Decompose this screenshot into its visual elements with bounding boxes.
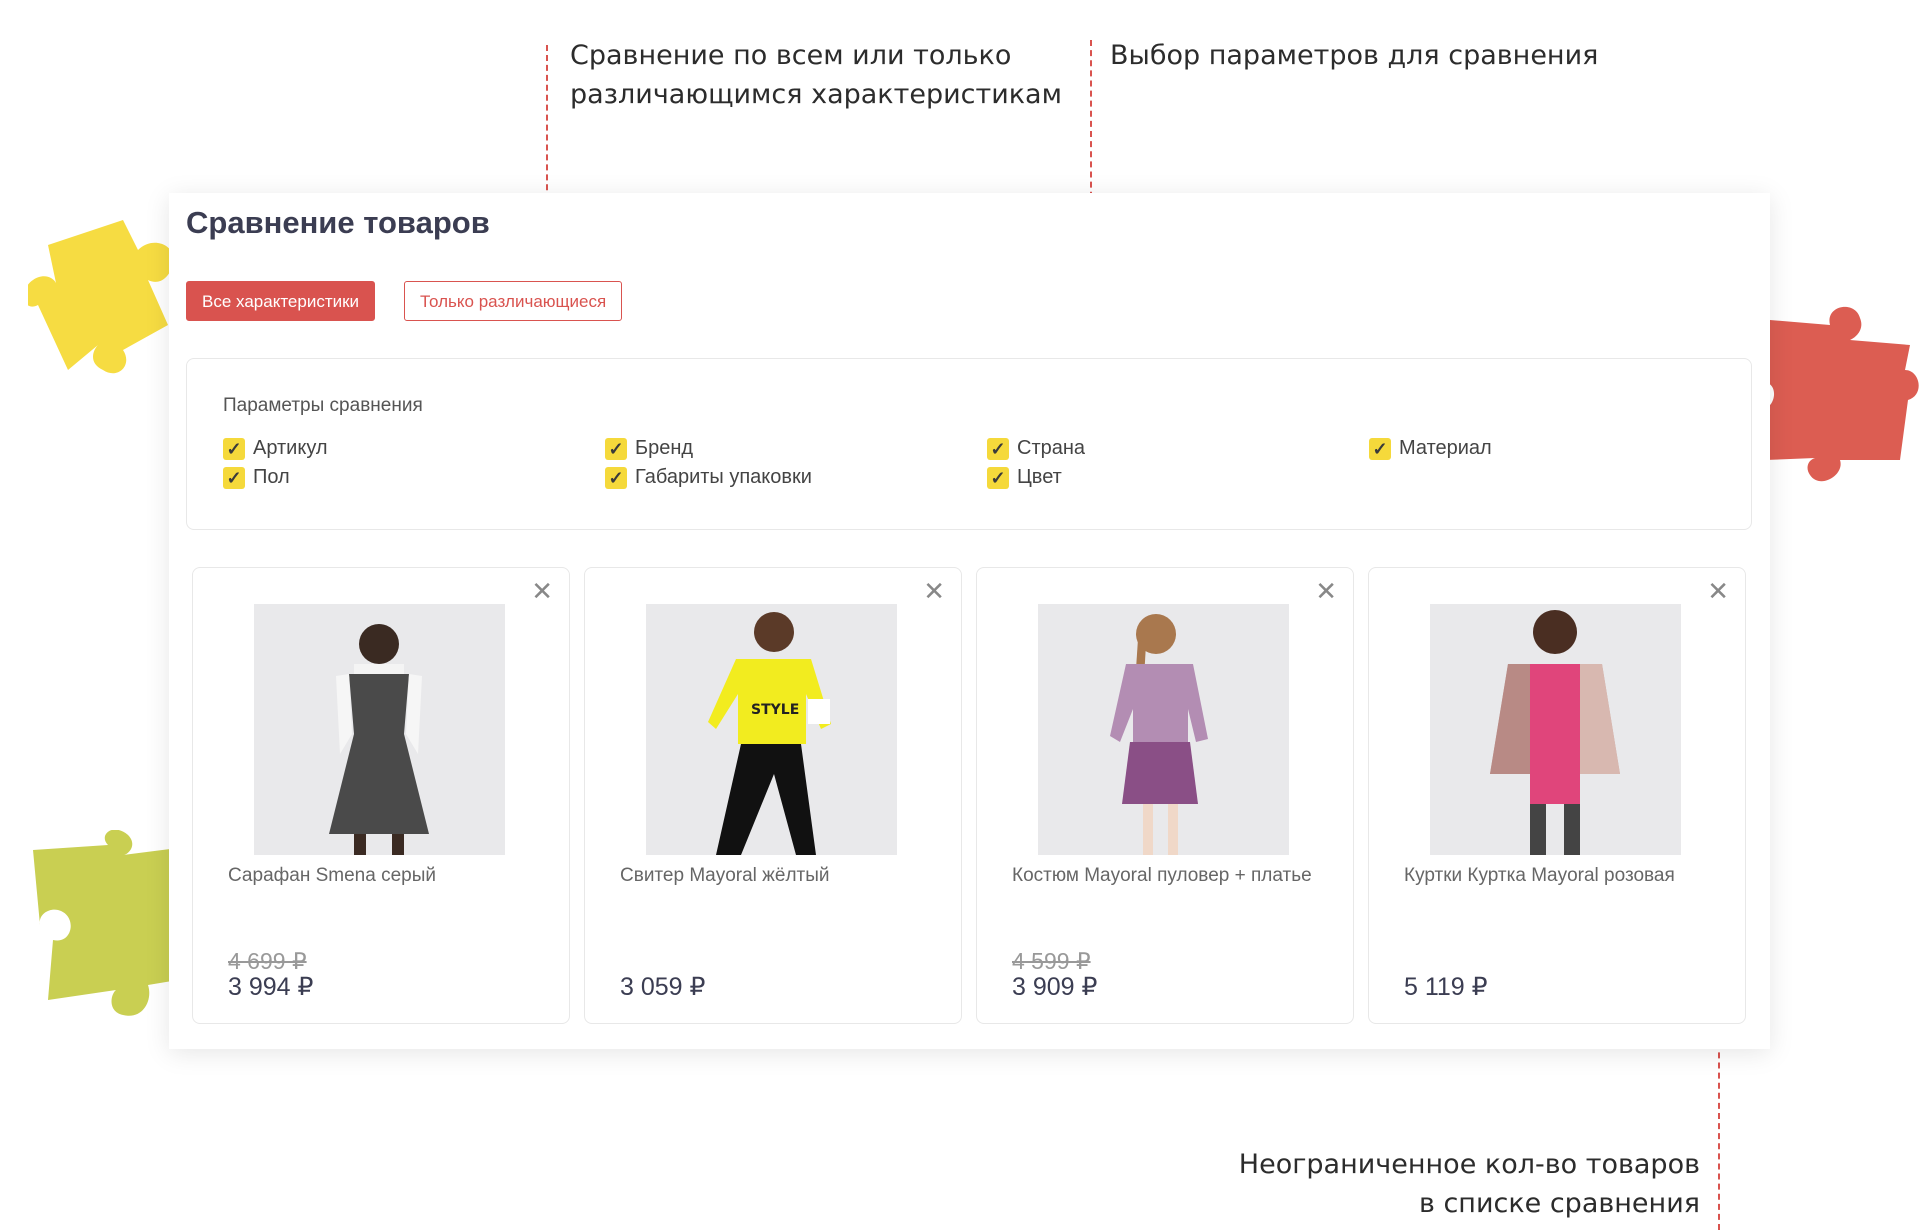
product-price: 5 119 ₽ xyxy=(1404,973,1488,1001)
svg-text:STYLE: STYLE xyxy=(751,702,799,718)
comparison-panel: Сравнение товаров Все характеристики Тол… xyxy=(169,193,1770,1049)
product-price: 3 909 ₽ xyxy=(1012,973,1098,1001)
param-gender[interactable]: ✓ Пол xyxy=(223,466,290,489)
product-price: 3 059 ₽ xyxy=(620,973,706,1001)
tab-only-different[interactable]: Только различающиеся xyxy=(404,281,623,321)
param-package-dimensions[interactable]: ✓ Габариты упаковки xyxy=(605,466,812,489)
checkbox-checked-icon[interactable]: ✓ xyxy=(223,437,245,460)
param-article[interactable]: ✓ Артикул xyxy=(223,437,328,460)
product-old-price: 4 699 ₽ xyxy=(228,948,307,974)
checkbox-checked-icon[interactable]: ✓ xyxy=(1369,437,1391,460)
puzzle-piece-yellow xyxy=(28,220,174,374)
param-label: Артикул xyxy=(253,437,328,459)
close-icon[interactable]: ✕ xyxy=(923,578,945,604)
comparison-parameters-box: Параметры сравнения ✓ Артикул ✓ Бренд ✓ … xyxy=(186,358,1752,530)
param-label: Габариты упаковки xyxy=(635,466,812,488)
product-name[interactable]: Сарафан Smena серый xyxy=(228,864,548,888)
annotation-param-select: Выбор параметров для сравнения xyxy=(1110,40,1599,71)
tab-all-characteristics[interactable]: Все характеристики xyxy=(186,281,376,321)
param-label: Пол xyxy=(253,466,290,488)
param-material[interactable]: ✓ Материал xyxy=(1369,437,1492,460)
close-icon[interactable]: ✕ xyxy=(531,578,553,604)
product-image[interactable] xyxy=(1430,604,1681,855)
checkbox-checked-icon[interactable]: ✓ xyxy=(605,466,627,489)
param-country[interactable]: ✓ Страна xyxy=(987,437,1085,460)
product-card[interactable]: ✕ Костюм Mayoral пуловер + платье 4 599 … xyxy=(976,567,1354,1024)
param-label: Страна xyxy=(1017,437,1086,459)
annotation-unlimited: Неограниченное кол-во товаров в списке с… xyxy=(1238,1149,1700,1219)
param-label: Материал xyxy=(1399,437,1492,459)
product-card[interactable]: ✕ Куртки Куртка Mayoral розовая 5 119 ₽ xyxy=(1368,567,1746,1024)
product-price: 3 994 ₽ xyxy=(228,973,314,1001)
close-icon[interactable]: ✕ xyxy=(1707,578,1729,604)
puzzle-piece-green xyxy=(33,830,178,1016)
param-brand[interactable]: ✓ Бренд xyxy=(605,437,693,460)
checkbox-checked-icon[interactable]: ✓ xyxy=(223,466,245,489)
product-old-price: 4 599 ₽ xyxy=(1012,948,1091,974)
checkbox-checked-icon[interactable]: ✓ xyxy=(605,437,627,460)
product-image[interactable] xyxy=(1038,604,1289,855)
page-title: Сравнение товаров xyxy=(186,205,490,240)
params-title: Параметры сравнения xyxy=(223,395,423,416)
product-image[interactable]: STYLE xyxy=(646,604,897,855)
product-image[interactable] xyxy=(254,604,505,855)
close-icon[interactable]: ✕ xyxy=(1315,578,1337,604)
product-name[interactable]: Костюм Mayoral пуловер + платье xyxy=(1012,864,1332,888)
checkbox-checked-icon[interactable]: ✓ xyxy=(987,466,1009,489)
product-card[interactable]: ✕ Сарафан Smena серый 4 699 ₽ 3 994 ₽ xyxy=(192,567,570,1024)
puzzle-piece-red xyxy=(1760,306,1919,482)
checkbox-checked-icon[interactable]: ✓ xyxy=(987,437,1009,460)
product-name[interactable]: Свитер Mayoral жёлтый xyxy=(620,864,940,888)
param-label: Цвет xyxy=(1017,466,1062,488)
annotation-compare-mode: Сравнение по всем или только различающим… xyxy=(570,40,1062,110)
param-label: Бренд xyxy=(635,437,694,459)
param-color[interactable]: ✓ Цвет xyxy=(987,466,1062,489)
product-card[interactable]: ✕ STYLE Свитер Mayoral жёлтый 3 059 ₽ xyxy=(584,567,962,1024)
product-name[interactable]: Куртки Куртка Mayoral розовая xyxy=(1404,864,1724,888)
